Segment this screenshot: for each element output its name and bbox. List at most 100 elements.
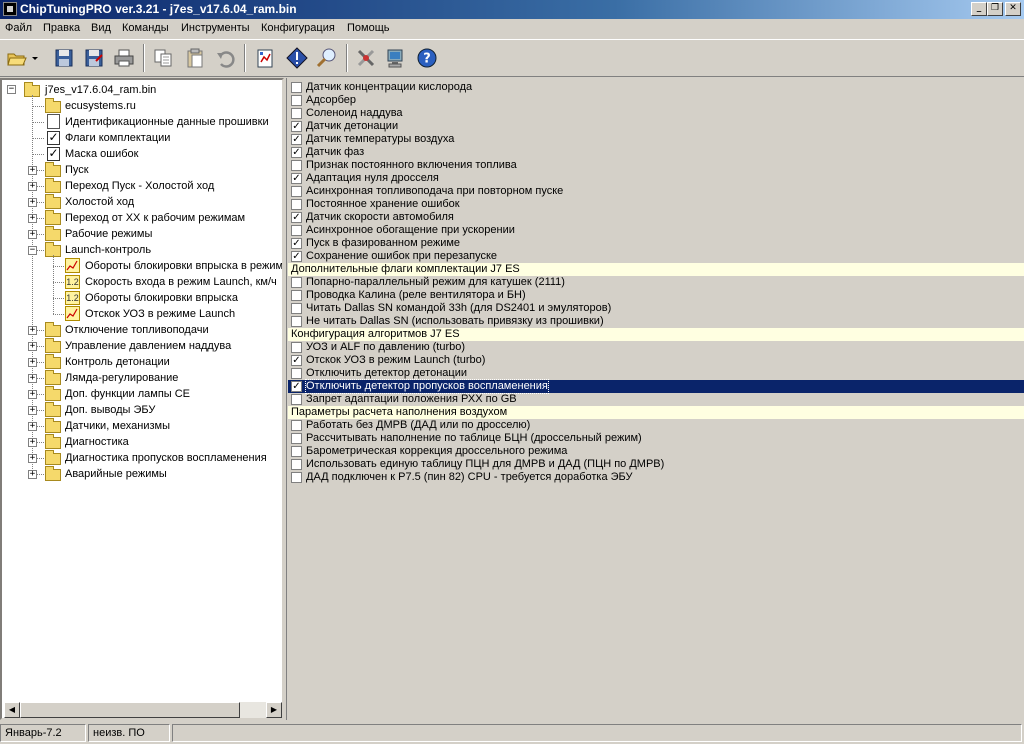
option-checkbox[interactable]: ✓ [291, 147, 302, 158]
option-row[interactable]: Читать Dallas SN командой 33h (для DS240… [288, 302, 1024, 315]
tree-item[interactable]: + Холостой ход [2, 194, 282, 210]
option-row[interactable]: ✓ Датчик температуры воздуха [288, 133, 1024, 146]
tree-item[interactable]: + Переход Пуск - Холостой ход [2, 178, 282, 194]
option-row[interactable]: Запрет адаптации положения РХХ по GB [288, 393, 1024, 406]
option-checkbox[interactable] [291, 160, 302, 171]
option-row[interactable]: Работать без ДМРВ (ДАД или по дросселю) [288, 419, 1024, 432]
copy-icon[interactable] [150, 45, 176, 71]
menu-edit[interactable]: Правка [43, 22, 80, 34]
tree-item[interactable]: + Датчики, механизмы [2, 418, 282, 434]
tree-item[interactable]: + Переход от ХХ к рабочим режимам [2, 210, 282, 226]
option-checkbox[interactable]: ✓ [291, 134, 302, 145]
close-button[interactable]: ✕ [1005, 2, 1021, 16]
option-row[interactable]: ✓ Отключить детектор пропусков воспламене… [288, 379, 1024, 394]
info-icon[interactable] [284, 45, 310, 71]
scroll-left-button[interactable]: ◀ [4, 702, 20, 718]
option-row[interactable]: Асинхронная топливоподача при повторном … [288, 185, 1024, 198]
option-row[interactable]: Проводка Калина (реле вентилятора и БН) [288, 289, 1024, 302]
option-checkbox[interactable]: ✓ [291, 173, 302, 184]
tree-item[interactable]: + Управление давлением наддува [2, 338, 282, 354]
expand-icon[interactable]: + [28, 358, 37, 367]
expand-icon[interactable]: + [28, 214, 37, 223]
option-checkbox[interactable]: ✓ [291, 251, 302, 262]
tree-item[interactable]: + Аварийные режимы [2, 466, 282, 482]
menu-help[interactable]: Помощь [347, 22, 390, 34]
option-checkbox[interactable] [291, 82, 302, 93]
option-row[interactable]: ✓ Отскок УОЗ в режим Launch (turbo) [288, 354, 1024, 367]
option-row[interactable]: Соленоид наддува [288, 107, 1024, 120]
tree-item[interactable]: Идентификационные данные прошивки [2, 114, 282, 130]
expand-icon[interactable]: + [28, 326, 37, 335]
tree-root[interactable]: − j7es_v17.6.04_ram.bin [2, 82, 282, 98]
option-checkbox[interactable]: ✓ [291, 238, 302, 249]
tree-item[interactable]: Обороты блокировки впрыска в режим [2, 258, 282, 274]
help-icon[interactable]: ? [414, 45, 440, 71]
tools-icon[interactable] [353, 45, 379, 71]
option-checkbox[interactable]: ✓ [291, 355, 302, 366]
option-checkbox[interactable]: ✓ [291, 121, 302, 132]
tree-item[interactable]: + Диагностика пропусков воспламенения [2, 450, 282, 466]
collapse-icon[interactable]: − [7, 85, 16, 94]
option-checkbox[interactable] [291, 420, 302, 431]
restore-button[interactable]: ❐ [987, 2, 1003, 16]
option-checkbox[interactable] [291, 368, 302, 379]
expand-icon[interactable]: + [28, 198, 37, 207]
compare-icon[interactable] [252, 45, 278, 71]
option-row[interactable]: ✓ Адаптация нуля дросселя [288, 172, 1024, 185]
expand-icon[interactable]: + [28, 454, 37, 463]
option-row[interactable]: Адсорбер [288, 94, 1024, 107]
option-row[interactable]: Признак постоянного включения топлива [288, 159, 1024, 172]
expand-icon[interactable]: + [28, 374, 37, 383]
option-row[interactable]: Не читать Dallas SN (использовать привяз… [288, 315, 1024, 328]
tree-item[interactable]: Отскок УОЗ в режиме Launch [2, 306, 282, 322]
option-checkbox[interactable] [291, 108, 302, 119]
save-icon[interactable] [51, 45, 77, 71]
tree-item[interactable]: + Пуск [2, 162, 282, 178]
option-row[interactable]: Использовать единую таблицу ПЦН для ДМРВ… [288, 458, 1024, 471]
option-checkbox[interactable] [291, 199, 302, 210]
horizontal-scrollbar[interactable]: ◀ ▶ [4, 702, 282, 718]
network-icon[interactable] [383, 45, 409, 71]
tree-item[interactable]: + Отключение топливоподачи [2, 322, 282, 338]
option-checkbox[interactable] [291, 433, 302, 444]
option-row[interactable]: Постоянное хранение ошибок [288, 198, 1024, 211]
option-row[interactable]: Асинхронное обогащение при ускорении [288, 224, 1024, 237]
option-row[interactable]: Барометрическая коррекция дроссельного р… [288, 445, 1024, 458]
expand-icon[interactable]: + [28, 166, 37, 175]
option-row[interactable]: ✓ Пуск в фазированном режиме [288, 237, 1024, 250]
option-row[interactable]: ДАД подключен к P7.5 (пин 82) CPU - треб… [288, 471, 1024, 484]
scroll-right-button[interactable]: ▶ [266, 702, 282, 718]
option-row[interactable]: УОЗ и ALF по давлению (turbo) [288, 341, 1024, 354]
tree-item[interactable]: + Лямда-регулирование [2, 370, 282, 386]
expand-icon[interactable]: + [28, 470, 37, 479]
open-icon[interactable] [4, 45, 30, 71]
option-checkbox[interactable]: ✓ [291, 212, 302, 223]
option-checkbox[interactable] [291, 186, 302, 197]
open-dropdown-icon[interactable] [29, 45, 41, 71]
option-checkbox[interactable] [291, 316, 302, 327]
paste-icon[interactable] [182, 45, 208, 71]
option-row[interactable]: Отключить детектор детонации [288, 367, 1024, 380]
tree-item[interactable]: + Рабочие режимы [2, 226, 282, 242]
tree-item[interactable]: − Launch-контроль [2, 242, 282, 258]
expand-icon[interactable]: + [28, 438, 37, 447]
option-row[interactable]: Попарно-параллельный режим для катушек (… [288, 276, 1024, 289]
tree-item[interactable]: + Доп. функции лампы CE [2, 386, 282, 402]
tree-item[interactable]: ✓ Флаги комплектации [2, 130, 282, 146]
scroll-thumb[interactable] [20, 702, 240, 718]
option-row[interactable]: Датчик концентрации кислорода [288, 81, 1024, 94]
menu-view[interactable]: Вид [91, 22, 111, 34]
collapse-icon[interactable]: − [28, 246, 37, 255]
tree-panel[interactable]: − j7es_v17.6.04_ram.bin ecusystems.ru Идент… [0, 78, 284, 720]
option-row[interactable]: ✓ Датчик скорости автомобиля [288, 211, 1024, 224]
option-checkbox[interactable] [291, 459, 302, 470]
option-checkbox[interactable] [291, 342, 302, 353]
option-checkbox[interactable] [291, 472, 302, 483]
tree-item[interactable]: + Контроль детонации [2, 354, 282, 370]
option-checkbox[interactable] [291, 290, 302, 301]
expand-icon[interactable]: + [28, 422, 37, 431]
tree-item[interactable]: 1.2 Обороты блокировки впрыска [2, 290, 282, 306]
option-row[interactable]: ✓ Датчик фаз [288, 146, 1024, 159]
option-checkbox[interactable] [291, 394, 302, 405]
option-checkbox[interactable] [291, 446, 302, 457]
